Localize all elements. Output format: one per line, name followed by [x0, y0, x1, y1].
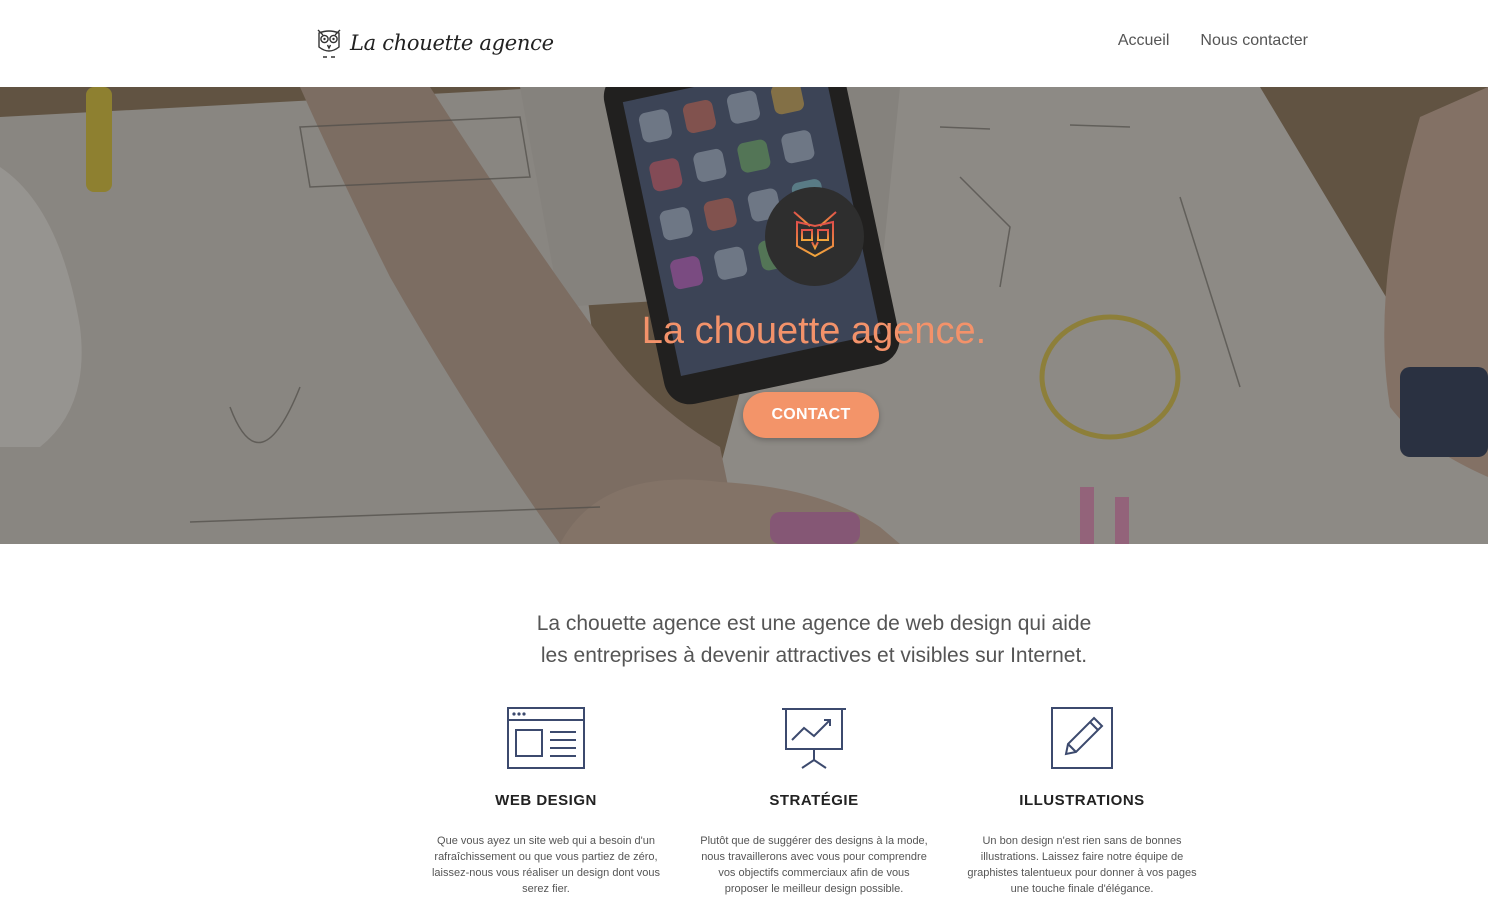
- intro-line-1: La chouette agence est une agence de web…: [536, 612, 1092, 635]
- services-section: WEB DESIGN Que vous ayez un site web qui…: [412, 706, 1216, 906]
- contact-button[interactable]: CONTACT: [743, 392, 879, 438]
- service-description: Plutôt que de suggérer des designs à la …: [700, 835, 928, 895]
- hero-title: La chouette agence.: [641, 310, 987, 352]
- nav-link-contact[interactable]: Nous contacter: [1200, 32, 1308, 50]
- web-design-icon: [507, 707, 585, 769]
- service-card-strategie: STRATÉGIE Plutôt que de suggérer des des…: [680, 706, 948, 897]
- strategy-chart-icon: [782, 708, 846, 769]
- service-title: STRATÉGIE: [769, 792, 859, 809]
- pencil-illustration-icon: [1051, 707, 1113, 769]
- intro-text: La chouette agence est une agence de web…: [0, 608, 1488, 672]
- site-header: La chouette agence Accueil Nous contacte…: [0, 0, 1488, 87]
- service-description: Un bon design n'est rien sans de bonnes …: [967, 835, 1197, 895]
- service-card-illustrations: ILLUSTRATIONS Un bon design n'est rien s…: [948, 706, 1216, 897]
- site-logo[interactable]: La chouette agence: [314, 25, 554, 61]
- nav-link-accueil[interactable]: Accueil: [1118, 32, 1170, 50]
- service-description: Que vous ayez un site web qui a besoin d…: [431, 835, 661, 895]
- service-card-web-design: WEB DESIGN Que vous ayez un site web qui…: [412, 706, 680, 897]
- hero-badge: [765, 187, 864, 286]
- intro-line-2: les entreprises à devenir attractives et…: [540, 644, 1088, 667]
- service-title: WEB DESIGN: [495, 792, 597, 809]
- hero-section: La chouette agence. CONTACT: [0, 87, 1488, 544]
- main-nav: Accueil Nous contacter: [1118, 32, 1308, 50]
- logo-text: La chouette agence: [350, 31, 554, 55]
- service-title: ILLUSTRATIONS: [1019, 792, 1145, 809]
- owl-badge-icon: [792, 210, 837, 263]
- owl-logo-icon: [317, 29, 341, 58]
